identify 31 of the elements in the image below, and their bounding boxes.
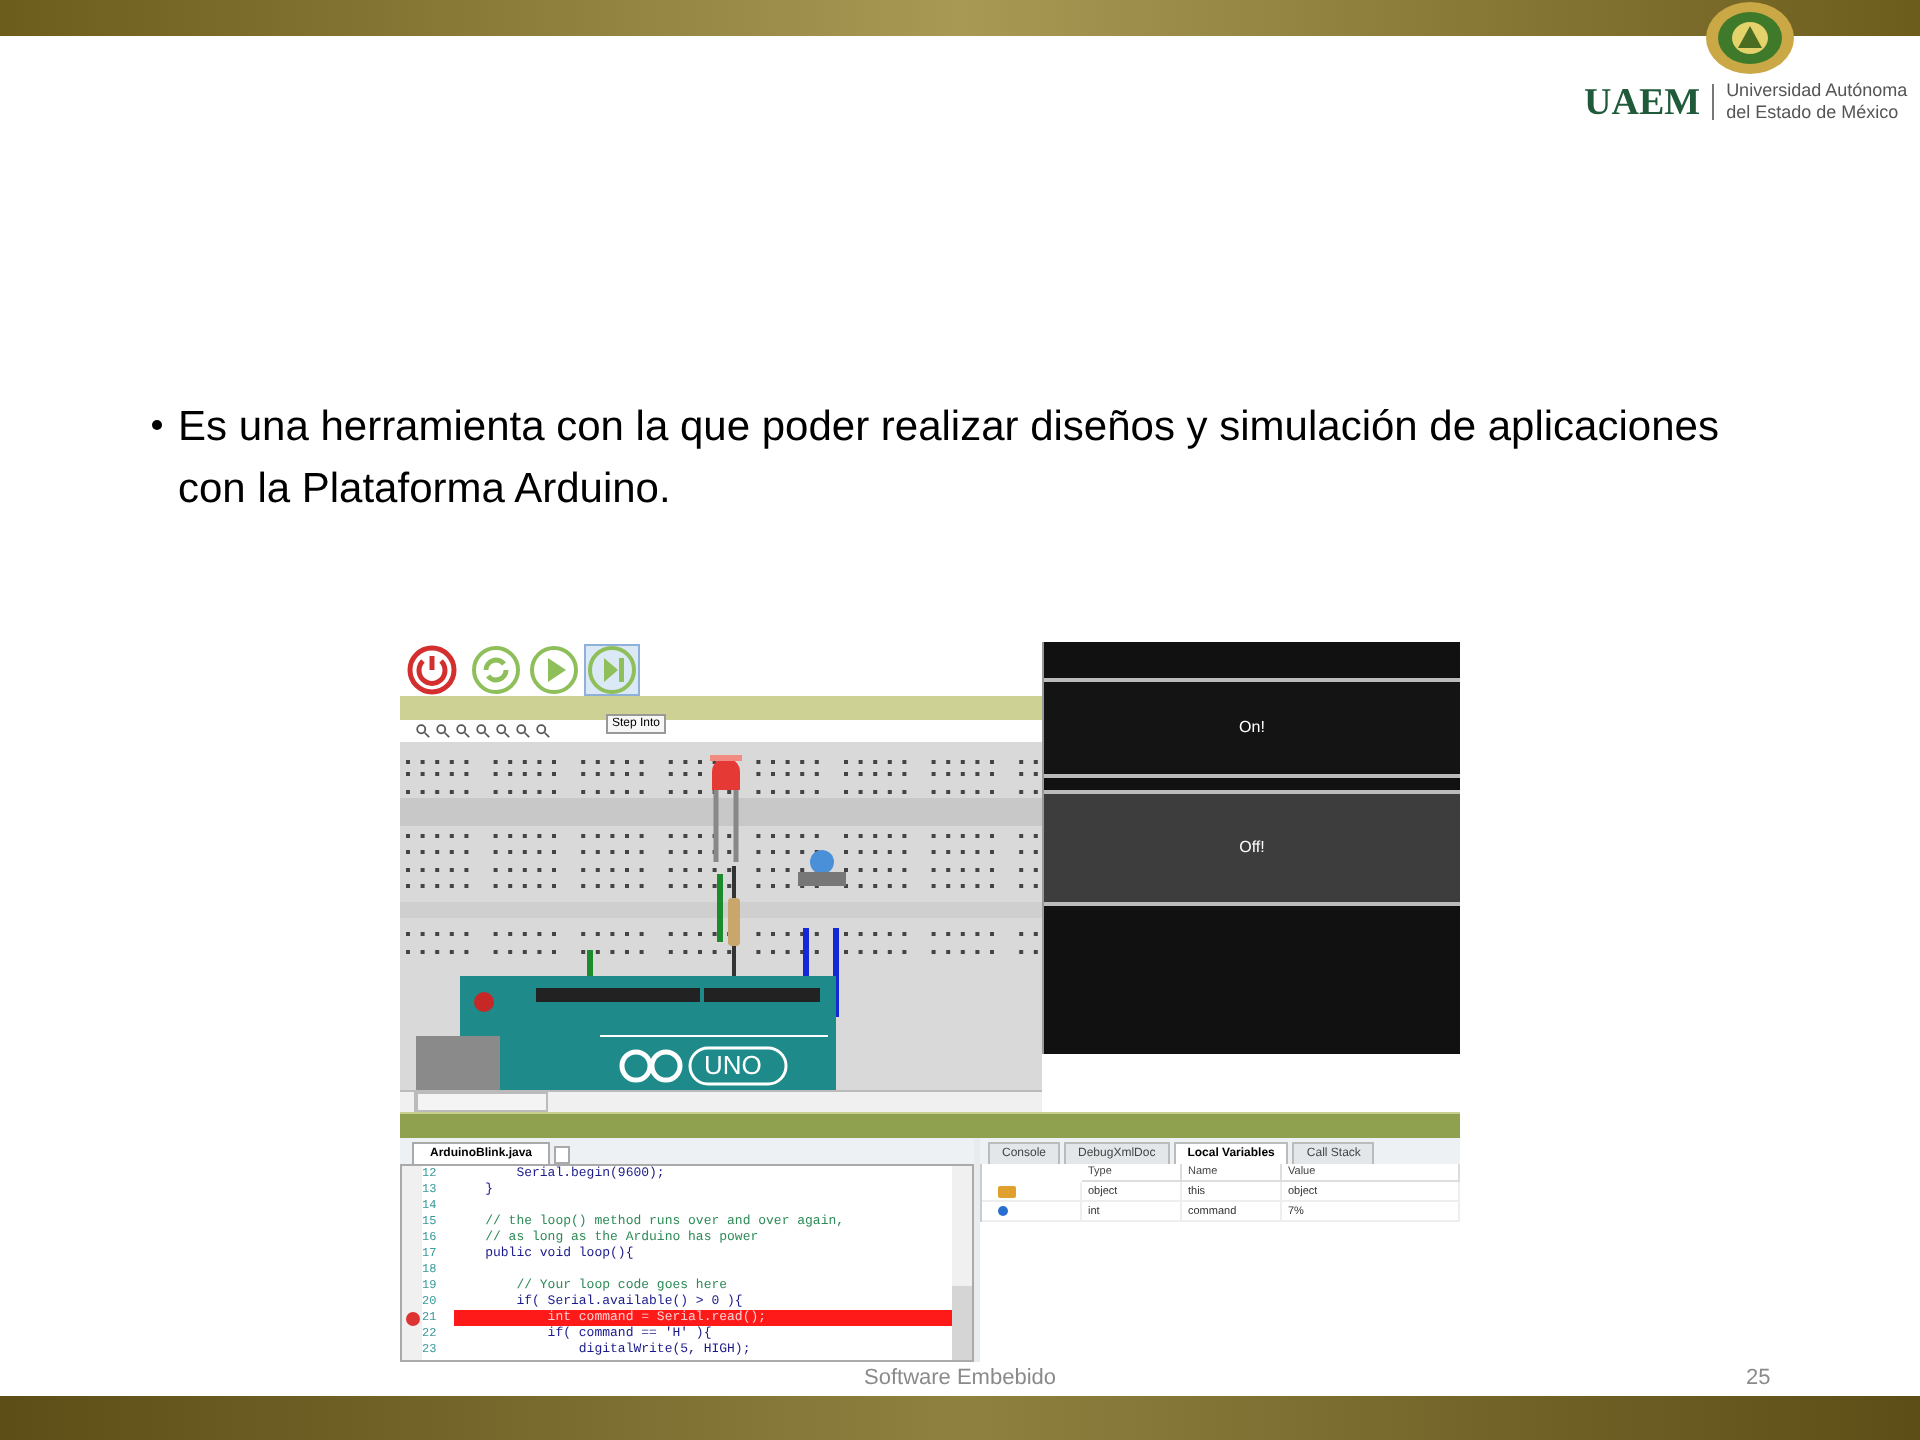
university-name: del Estado de México xyxy=(1726,102,1901,124)
bullet-text: Es una herramienta con la que poder realizar diseños y simulación de aplicaciones con la Plataforma Arduino. xyxy=(178,402,1721,516)
zoom-tool-icon xyxy=(476,724,490,738)
scrollbar[interactable] xyxy=(400,1090,1042,1112)
refresh-button[interactable] xyxy=(468,643,524,695)
variable-icon xyxy=(998,1206,1008,1216)
panel-button[interactable]: On! xyxy=(1044,678,1460,778)
bullet-icon xyxy=(152,420,162,430)
zoom-tool-icon xyxy=(436,724,450,738)
play-icon xyxy=(528,643,580,695)
footer-text: Software Embebido xyxy=(864,1363,1056,1394)
play-button[interactable] xyxy=(526,643,582,695)
zoom-tool-icon xyxy=(536,724,550,738)
zoom-tool-icon xyxy=(516,724,530,738)
power-icon xyxy=(406,643,458,695)
crest-icon xyxy=(1700,0,1800,76)
zoom-tool-icon xyxy=(496,724,510,738)
step-button[interactable] xyxy=(584,643,640,695)
power-button[interactable] xyxy=(404,643,460,695)
object-icon xyxy=(998,1185,1016,1197)
logo-acronym: UAEM xyxy=(1584,83,1701,121)
breakpoint-icon[interactable] xyxy=(405,1311,419,1325)
panel-button[interactable]: Off! xyxy=(1044,790,1460,906)
step-icon xyxy=(586,643,638,695)
board-label: UNO xyxy=(704,1050,762,1080)
zoom-tool-icon xyxy=(416,724,430,738)
refresh-icon xyxy=(470,643,522,695)
page-number: 25 xyxy=(1746,1363,1771,1394)
university-name: Universidad Autónoma xyxy=(1726,80,1908,102)
scrollbar[interactable] xyxy=(952,1166,972,1360)
zoom-tool-icon xyxy=(456,724,470,738)
